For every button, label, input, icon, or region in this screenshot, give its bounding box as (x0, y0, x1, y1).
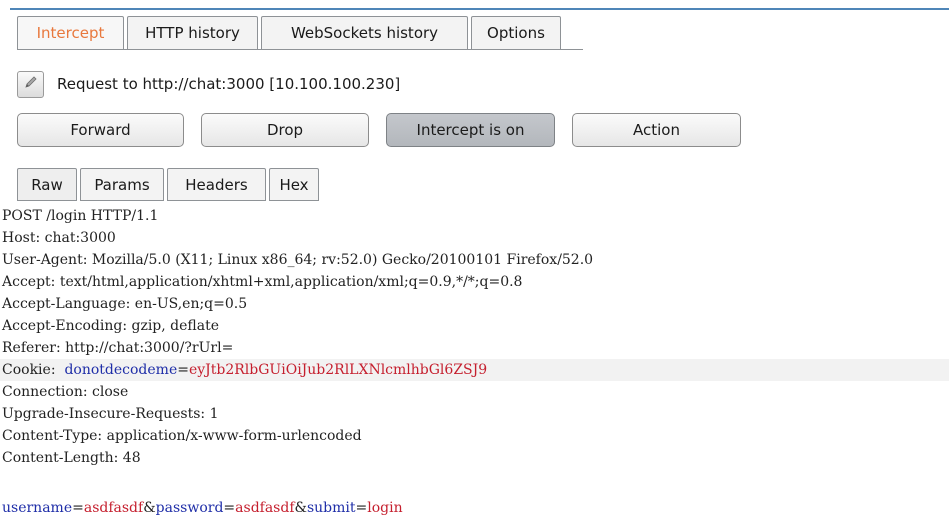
cookie-header-line: Cookie: donotdecodeme=eyJtb2RlbGUiOiJub2… (0, 359, 949, 381)
tab-http-history[interactable]: HTTP history (127, 16, 258, 50)
tab-raw[interactable]: Raw (17, 168, 77, 201)
cookie-name: donotdecodeme (64, 362, 178, 378)
header-line: Content-Length: 48 (2, 450, 141, 466)
header-line: Content-Type: application/x-www-form-url… (2, 428, 362, 444)
param-value: asdfasdf (83, 500, 144, 516)
window-top (0, 0, 949, 8)
cookie-label: Cookie: (2, 362, 65, 378)
header-line: User-Agent: Mozilla/5.0 (X11; Linux x86_… (2, 252, 594, 268)
param-name: password (155, 500, 224, 516)
intercept-toggle-button[interactable]: Intercept is on (386, 113, 555, 147)
tab-hex[interactable]: Hex (269, 168, 319, 201)
message-view-tabs: Raw Params Headers Hex (17, 168, 322, 201)
raw-request-editor[interactable]: POST /login HTTP/1.1 Host: chat:3000 Use… (0, 205, 949, 522)
header-line: Accept-Encoding: gzip, deflate (2, 318, 220, 334)
forward-button[interactable]: Forward (17, 113, 184, 147)
main-tab-bar: Intercept HTTP history WebSockets histor… (17, 16, 564, 50)
pencil-icon (23, 74, 39, 94)
param-name: submit (306, 500, 356, 516)
tab-params[interactable]: Params (80, 168, 164, 201)
request-target-label: Request to http://chat:3000 [10.100.100.… (57, 75, 401, 93)
header-line: Referer: http://chat:3000/?rUrl= (2, 340, 234, 356)
drop-button[interactable]: Drop (201, 113, 369, 147)
request-body-line: username=asdfasdf&password=asdfasdf&subm… (2, 500, 403, 516)
action-button[interactable]: Action (572, 113, 741, 147)
header-divider (10, 8, 949, 10)
header-line: Upgrade-Insecure-Requests: 1 (2, 406, 219, 422)
tab-headers[interactable]: Headers (167, 168, 266, 201)
header-line: Accept-Language: en-US,en;q=0.5 (2, 296, 248, 312)
param-value: asdfasdf (235, 500, 295, 516)
tab-options[interactable]: Options (471, 16, 561, 50)
request-info-row: Request to http://chat:3000 [10.100.100.… (17, 70, 400, 98)
tab-websockets-history[interactable]: WebSockets history (261, 16, 468, 50)
request-line: POST /login HTTP/1.1 (2, 208, 159, 224)
header-line: Host: chat:3000 (2, 230, 116, 246)
cookie-equals: = (177, 362, 189, 378)
tab-bar-underline (17, 49, 583, 50)
param-value: login (367, 500, 403, 516)
header-line: Connection: close (2, 384, 129, 400)
edit-request-button[interactable] (17, 70, 44, 98)
header-line: Accept: text/html,application/xhtml+xml,… (2, 274, 523, 290)
tab-intercept[interactable]: Intercept (17, 16, 124, 50)
param-name: username (2, 500, 73, 516)
cookie-value: eyJtb2RlbGUiOiJub2RlLXNlcmlhbGl6ZSJ9 (188, 362, 488, 378)
